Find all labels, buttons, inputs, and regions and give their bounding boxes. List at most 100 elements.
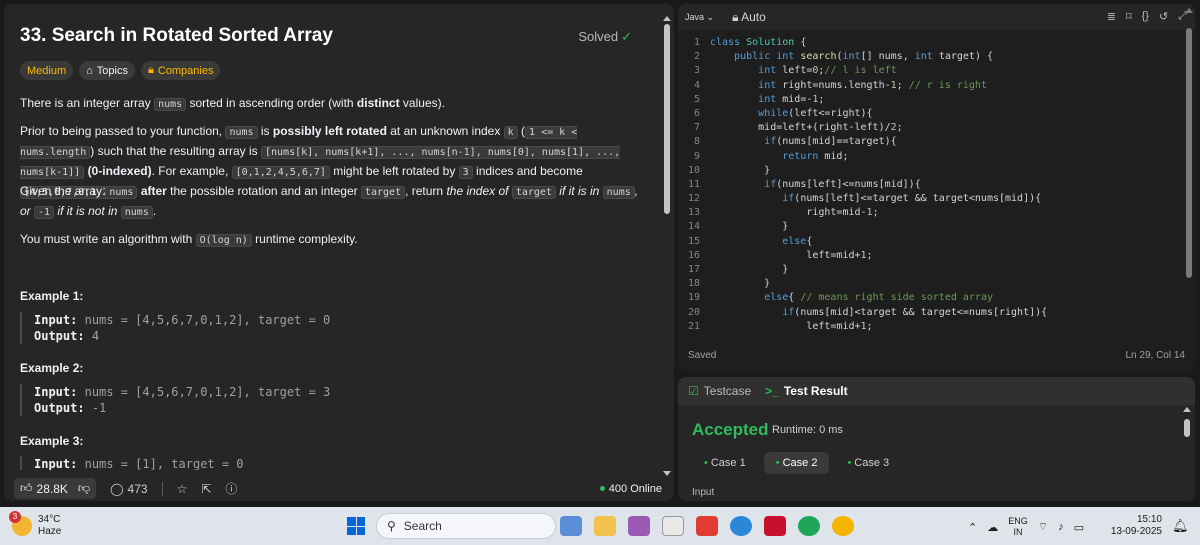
code-line[interactable]: 8 if(nums[mid]==target){ xyxy=(678,135,1178,149)
mcafee-icon[interactable] xyxy=(764,516,786,536)
language-selector[interactable]: Java xyxy=(685,12,714,23)
line-text[interactable]: } xyxy=(710,220,788,234)
code-line[interactable]: 12 if(nums[left]<=target && target<nums[… xyxy=(678,192,1178,206)
comments-button[interactable]: ◯ 473 xyxy=(110,482,147,496)
code-line[interactable]: 16 left=mid+1; xyxy=(678,249,1178,263)
auto-mode-toggle[interactable]: 🔒︎ Auto xyxy=(732,10,766,25)
task-view-icon[interactable] xyxy=(560,516,582,536)
code-line[interactable]: 19 else{ // means right side sorted arra… xyxy=(678,291,1178,305)
difficulty-tag[interactable]: Medium xyxy=(20,61,74,80)
code-line[interactable]: 20 if(nums[mid]<target && target<=nums[r… xyxy=(678,306,1178,320)
line-text[interactable]: right=mid-1; xyxy=(710,206,878,220)
line-text[interactable]: return mid; xyxy=(710,150,848,164)
format-icon[interactable]: ≣ xyxy=(1107,10,1116,23)
description-scrollbar[interactable] xyxy=(663,16,671,476)
clock[interactable]: 15:10 13-09-2025 xyxy=(1110,514,1162,538)
code-line[interactable]: 5 int mid=-1; xyxy=(678,93,1178,107)
code-editor[interactable]: Java 🔒︎ Auto ≣ ⌑ {} ↺ ⤢ 1 class Solution … xyxy=(678,4,1195,371)
scroll-up-arrow-icon[interactable] xyxy=(663,16,671,21)
line-text[interactable]: if(nums[left]<=nums[mid]){ xyxy=(710,178,921,192)
line-text[interactable]: left=mid+1; xyxy=(710,249,872,263)
scrollbar-thumb[interactable] xyxy=(1186,28,1192,278)
line-text[interactable]: if(nums[left]<=target && target<nums[mid… xyxy=(710,192,1041,206)
code-line[interactable]: 3 int left=0;// l is left xyxy=(678,64,1178,78)
weather-widget[interactable]: 3 34°C Haze xyxy=(9,511,61,538)
windows-start-icon[interactable] xyxy=(347,517,365,535)
line-number: 2 xyxy=(693,51,700,63)
code-line[interactable]: 13 right=mid-1; xyxy=(678,206,1178,220)
line-text[interactable]: public int search(int[] nums, int target… xyxy=(710,50,993,64)
code-line[interactable]: 9 return mid; xyxy=(678,150,1178,164)
code-line[interactable]: 1 class Solution { xyxy=(678,36,1178,50)
chevron-up-icon[interactable]: ⌃ xyxy=(968,521,977,534)
line-text[interactable]: } xyxy=(710,263,788,277)
line-text[interactable]: else{ // means right side sorted array xyxy=(710,291,993,305)
cloud-icon[interactable]: ☁ xyxy=(987,521,998,534)
line-text[interactable]: while(left<=right){ xyxy=(710,107,872,121)
reset-icon[interactable]: ↺ xyxy=(1159,10,1168,23)
code-lines[interactable]: 1 class Solution {2 public int search(int… xyxy=(678,36,1178,336)
example-2-title: Example 2: xyxy=(20,361,84,375)
scrollbar-thumb[interactable] xyxy=(664,24,670,214)
code-line[interactable]: 2 public int search(int[] nums, int targ… xyxy=(678,50,1178,64)
like-button[interactable]: 👍︎ 28.8K 👎︎ xyxy=(14,478,97,499)
scroll-up-arrow-icon[interactable] xyxy=(1183,407,1191,412)
app-icon[interactable] xyxy=(696,516,718,536)
tab-testcase[interactable]: ☑ Testcase xyxy=(688,384,751,398)
line-text[interactable]: left=mid+1; xyxy=(710,320,872,334)
line-text[interactable]: int mid=-1; xyxy=(710,93,824,107)
code-line[interactable]: 21 left=mid+1; xyxy=(678,320,1178,334)
thumbs-down-icon[interactable]: 👎︎ xyxy=(78,481,90,496)
lock-icon: 🔒︎ xyxy=(732,9,739,24)
scrollbar-thumb[interactable] xyxy=(1184,419,1190,437)
case-1-tab[interactable]: • Case 1 xyxy=(692,452,758,474)
line-text[interactable]: if(nums[mid]==target){ xyxy=(710,135,896,149)
code-line[interactable]: 6 while(left<=right){ xyxy=(678,107,1178,121)
code-line[interactable]: 15 else{ xyxy=(678,235,1178,249)
companies-tag[interactable]: 🔒︎ Companies xyxy=(140,61,221,80)
case-2-tab[interactable]: • Case 2 xyxy=(763,452,830,474)
code-line[interactable]: 18 } xyxy=(678,277,1178,291)
line-text[interactable]: mid=left+(right-left)/2; xyxy=(710,121,903,135)
tab-test-result[interactable]: >_ Test Result xyxy=(765,384,847,398)
share-icon[interactable]: ⇱ xyxy=(201,482,211,496)
line-text[interactable]: int right=nums.length-1; // r is right xyxy=(710,79,987,93)
code-line[interactable]: 4 int right=nums.length-1; // r is right xyxy=(678,79,1178,93)
line-number: 6 xyxy=(693,107,700,119)
code-line[interactable]: 7 mid=left+(right-left)/2; xyxy=(678,121,1178,135)
help-icon[interactable]: ⓘ xyxy=(225,480,237,497)
code-line[interactable]: 10 } xyxy=(678,164,1178,178)
line-text[interactable]: else{ xyxy=(710,235,812,249)
line-text[interactable]: int left=0;// l is left xyxy=(710,64,897,78)
battery-icon[interactable]: ▭ xyxy=(1074,521,1084,534)
line-text[interactable]: } xyxy=(710,164,770,178)
line-text[interactable]: class Solution { xyxy=(710,36,806,50)
braces-icon[interactable]: {} xyxy=(1142,10,1149,23)
language-indicator[interactable]: ENG IN xyxy=(1008,516,1028,538)
edge-icon[interactable] xyxy=(798,516,820,536)
taskbar-search[interactable]: ⚲ Search xyxy=(376,513,556,539)
line-text[interactable]: } xyxy=(710,277,770,291)
taskbar: 3 34°C Haze ⚲ Search ⌃ ☁ ENG IN ⌔ ♪ ▭ 15:10… xyxy=(0,507,1200,545)
thumbs-up-icon: 👍︎ xyxy=(20,481,33,495)
notification-bell-icon[interactable]: 🔔︎ xyxy=(1172,518,1189,534)
case-3-tab[interactable]: • Case 3 xyxy=(835,452,901,474)
chrome-icon[interactable] xyxy=(832,516,854,536)
code-line[interactable]: 17 } xyxy=(678,263,1178,277)
code-line[interactable]: 14 } xyxy=(678,220,1178,234)
browser-icon[interactable] xyxy=(730,516,752,536)
copilot-icon[interactable] xyxy=(628,516,650,536)
scroll-up-arrow-icon[interactable] xyxy=(1185,8,1193,13)
file-explorer-icon[interactable] xyxy=(594,516,616,536)
test-scrollbar[interactable] xyxy=(1183,407,1191,497)
line-text[interactable]: if(nums[mid]<target && target<=nums[righ… xyxy=(710,306,1047,320)
test-tabs: ☑ Testcase >_ Test Result xyxy=(678,377,1195,405)
wifi-icon[interactable]: ⌔ xyxy=(1038,520,1048,534)
bookmark-icon[interactable]: ⌑ xyxy=(1126,10,1132,23)
editor-scrollbar[interactable] xyxy=(1185,8,1194,366)
code-line[interactable]: 11 if(nums[left]<=nums[mid]){ xyxy=(678,178,1178,192)
store-icon[interactable] xyxy=(662,516,684,536)
topics-tag[interactable]: ⌂ Topics xyxy=(79,61,135,80)
favorite-star-icon[interactable]: ☆ xyxy=(177,482,188,496)
volume-icon[interactable]: ♪ xyxy=(1058,521,1064,533)
